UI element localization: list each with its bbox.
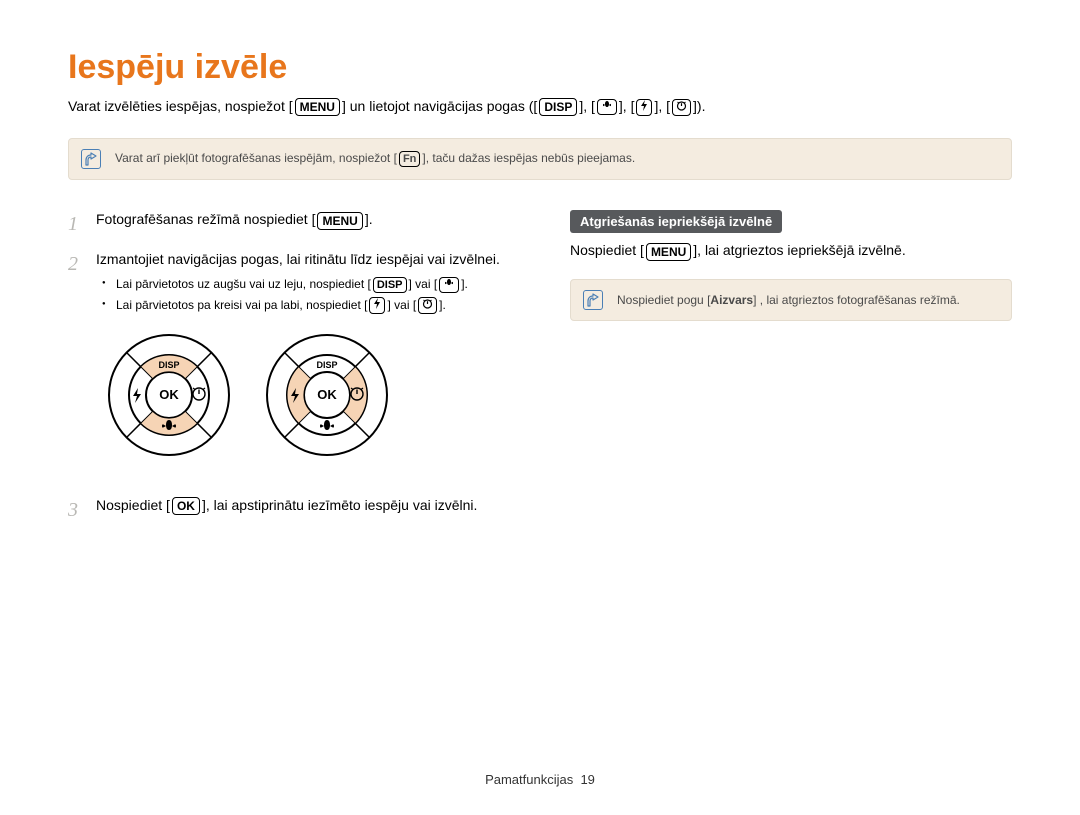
footer-section: Pamatfunkcijas [485, 772, 573, 787]
bullet-1: Lai pārvietotos uz augšu vai uz leju, no… [102, 276, 510, 293]
right-paragraph: Nospiediet [MENU], lai atgrieztos ieprie… [570, 241, 1012, 261]
step3-b: ], lai apstiprinātu iezīmēto iespēju vai… [202, 497, 477, 513]
step3-a: Nospiediet [ [96, 497, 170, 513]
dial-disp: DISP [316, 360, 337, 370]
flash-icon [369, 297, 385, 314]
page-title: Iespēju izvēle [68, 48, 1012, 87]
note1-a: Varat arī piekļūt fotografēšanas iespējā… [115, 151, 397, 165]
note-box-2: Nospiediet pogu [Aizvars] , lai atgriezt… [570, 279, 1012, 321]
note-icon [81, 149, 101, 169]
step-number: 1 [68, 210, 84, 238]
intro-part-e: ], [ [654, 98, 670, 114]
menu-button-label: MENU [317, 212, 362, 230]
menu-button-label: MENU [295, 98, 340, 116]
intro-part-b: ] un lietojot navigācijas pogas ([ [342, 98, 537, 114]
timer-icon [418, 297, 437, 314]
step-number: 3 [68, 496, 84, 524]
bullet-2: Lai pārvietotos pa kreisi vai pa labi, n… [102, 297, 510, 314]
dial-ok: OK [317, 387, 337, 402]
timer-icon [672, 99, 691, 116]
dial-leftright: DISP OK [262, 330, 392, 460]
menu-button-label: MENU [646, 243, 691, 261]
disp-button-label: DISP [539, 98, 577, 116]
b1-a: Lai pārvietotos uz augšu vai uz leju, no… [116, 277, 371, 291]
dial-updown: DISP OK [104, 330, 234, 460]
dial-ok: OK [159, 387, 179, 402]
note-box-1: Varat arī piekļūt fotografēšanas iespējā… [68, 138, 1012, 180]
ok-button-label: OK [172, 497, 200, 515]
step2-text: Izmantojiet navigācijas pogas, lai ritin… [96, 251, 500, 267]
right-a: Nospiediet [ [570, 242, 644, 258]
right-column: Atgriešanās iepriekšējā izvēlnē Nospiedi… [570, 210, 1012, 536]
b1-c: ]. [461, 277, 468, 291]
macro-icon [439, 277, 459, 293]
intro-part-a: Varat izvēlēties iespējas, nospiežot [ [68, 98, 293, 114]
note-icon [583, 290, 603, 310]
intro-part-f: ]). [693, 98, 705, 114]
note2-a: Nospiediet pogu [ [617, 293, 710, 307]
intro-part-c: ], [ [579, 98, 595, 114]
dial-disp: DISP [158, 360, 179, 370]
disp-button-label: DISP [373, 277, 407, 293]
step1-b: ]. [365, 211, 373, 227]
right-b: ], lai atgrieztos iepriekšējā izvēlnē. [693, 242, 905, 258]
navigation-dials: DISP OK [104, 330, 510, 460]
shutter-label: Aizvars [710, 293, 753, 307]
note1-b: ], taču dažas iespējas nebūs pieejamas. [422, 151, 635, 165]
b1-b: ] vai [ [409, 277, 438, 291]
step-number: 2 [68, 250, 84, 484]
page-footer: Pamatfunkcijas 19 [0, 772, 1080, 787]
step1-a: Fotografēšanas režīmā nospiediet [ [96, 211, 315, 227]
intro-part-d: ], [ [619, 98, 635, 114]
flash-icon [636, 99, 652, 116]
b2-b: ] vai [ [387, 298, 416, 312]
fn-button-label: Fn [399, 151, 420, 167]
macro-icon [597, 99, 617, 115]
b2-c: ]. [439, 298, 446, 312]
step-1: 1 Fotografēšanas režīmā nospiediet [MENU… [68, 210, 510, 238]
note2-b: ] , lai atgrieztos fotografēšanas režīmā… [753, 293, 960, 307]
b2-a: Lai pārvietotos pa kreisi vai pa labi, n… [116, 298, 367, 312]
footer-page: 19 [580, 772, 594, 787]
step-2: 2 Izmantojiet navigācijas pogas, lai rit… [68, 250, 510, 484]
left-column: 1 Fotografēšanas režīmā nospiediet [MENU… [68, 210, 510, 536]
step-3: 3 Nospiediet [OK], lai apstiprinātu iezī… [68, 496, 510, 524]
intro-text: Varat izvēlēties iespējas, nospiežot [ME… [68, 97, 1012, 116]
subsection-heading: Atgriešanās iepriekšējā izvēlnē [570, 210, 782, 233]
